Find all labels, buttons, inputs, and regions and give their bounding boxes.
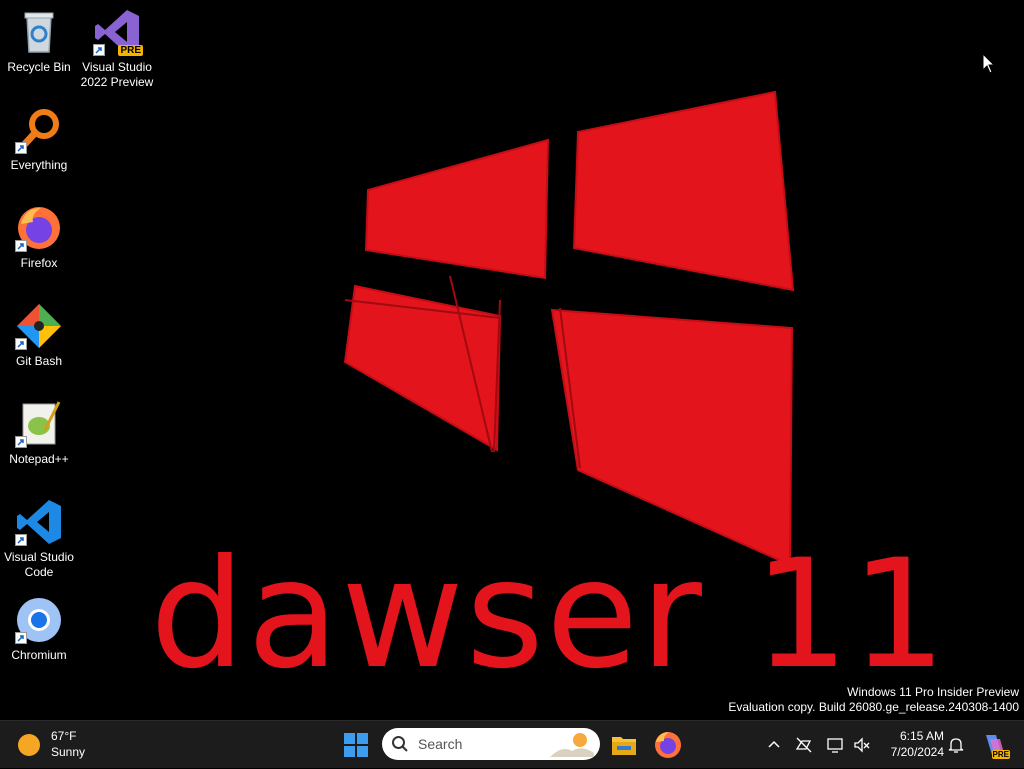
file-explorer-icon: [612, 737, 636, 755]
search-icon: [392, 736, 408, 752]
search-input[interactable]: Search: [382, 728, 600, 760]
watermark-line-2: Evaluation copy. Build 26080.ge_release.…: [728, 700, 1019, 714]
display-icon[interactable]: [826, 735, 846, 755]
network-disconnected-icon[interactable]: [794, 735, 814, 755]
search-highlight-icon: [550, 733, 594, 757]
copilot-button[interactable]: PRE: [980, 731, 1010, 759]
icon-label: Recycle Bin: [7, 60, 71, 74]
taskbar-file-explorer[interactable]: [608, 729, 640, 761]
evaluation-watermark: Windows 11 Pro Insider Preview Evaluatio…: [728, 685, 1019, 715]
sun-icon: [18, 734, 40, 756]
start-button[interactable]: [340, 729, 372, 761]
icon-label: Visual Studio Code: [4, 550, 74, 579]
wallpaper-text: dawser 11: [150, 528, 949, 702]
shortcut-arrow-icon: [93, 44, 105, 56]
everything-search-icon: [15, 106, 63, 154]
desktop-icon-visual-studio[interactable]: PRE Visual Studio 2022 Preview: [78, 8, 156, 90]
shortcut-arrow-icon: [15, 436, 27, 448]
shortcut-arrow-icon: [15, 338, 27, 350]
chromium-icon: [15, 596, 63, 644]
vscode-icon: [15, 498, 63, 546]
icon-label: Chromium: [11, 648, 67, 662]
icon-label: Everything: [10, 158, 68, 172]
desktop-icon-recycle-bin[interactable]: Recycle Bin: [0, 8, 78, 75]
git-bash-icon: [15, 302, 63, 350]
shortcut-arrow-icon: [15, 534, 27, 546]
clock-date: 7/20/2024: [890, 745, 944, 759]
desktop-icon-everything[interactable]: Everything: [0, 106, 78, 173]
mouse-cursor-icon: [982, 53, 996, 74]
icon-label: Firefox: [20, 256, 58, 270]
copilot-pre-badge: PRE: [991, 750, 1010, 759]
weather-condition: Sunny: [51, 745, 86, 759]
desktop-icon-chromium[interactable]: Chromium: [0, 596, 78, 663]
taskbar: 67°F Sunny Search 6:15 AM 7/20/2024 PRE: [0, 720, 1024, 768]
desktop-icon-vscode[interactable]: Visual Studio Code: [0, 498, 78, 580]
search-placeholder: Search: [418, 736, 463, 752]
icon-label: Visual Studio 2022 Preview: [80, 60, 154, 89]
firefox-icon: [655, 732, 681, 758]
recycle-bin-icon: [15, 8, 63, 56]
notification-bell-icon[interactable]: [946, 735, 966, 755]
shortcut-arrow-icon: [15, 142, 27, 154]
icon-label: Notepad++: [9, 452, 69, 466]
icon-label: Git Bash: [15, 354, 63, 368]
watermark-line-1: Windows 11 Pro Insider Preview: [847, 685, 1019, 699]
desktop-icon-firefox[interactable]: Firefox: [0, 204, 78, 271]
chevron-up-icon[interactable]: [764, 735, 784, 755]
volume-muted-icon[interactable]: [852, 735, 872, 755]
taskbar-firefox[interactable]: [652, 729, 684, 761]
windows-logo-icon: [344, 733, 368, 757]
desktop-icon-notepad-plus-plus[interactable]: Notepad++: [0, 400, 78, 467]
taskbar-clock[interactable]: 6:15 AM 7/20/2024: [878, 728, 944, 760]
shortcut-arrow-icon: [15, 632, 27, 644]
desktop: dawser 11 Recycle Bin PRE Visual Studio: [0, 0, 1024, 720]
notepad-plus-plus-icon: [15, 400, 63, 448]
pre-badge: PRE: [118, 45, 143, 56]
clock-time: 6:15 AM: [899, 729, 944, 743]
desktop-icon-git-bash[interactable]: Git Bash: [0, 302, 78, 369]
shortcut-arrow-icon: [15, 240, 27, 252]
visual-studio-icon: PRE: [93, 8, 143, 56]
firefox-icon: [15, 204, 63, 252]
weather-temperature: 67°F: [51, 729, 77, 743]
